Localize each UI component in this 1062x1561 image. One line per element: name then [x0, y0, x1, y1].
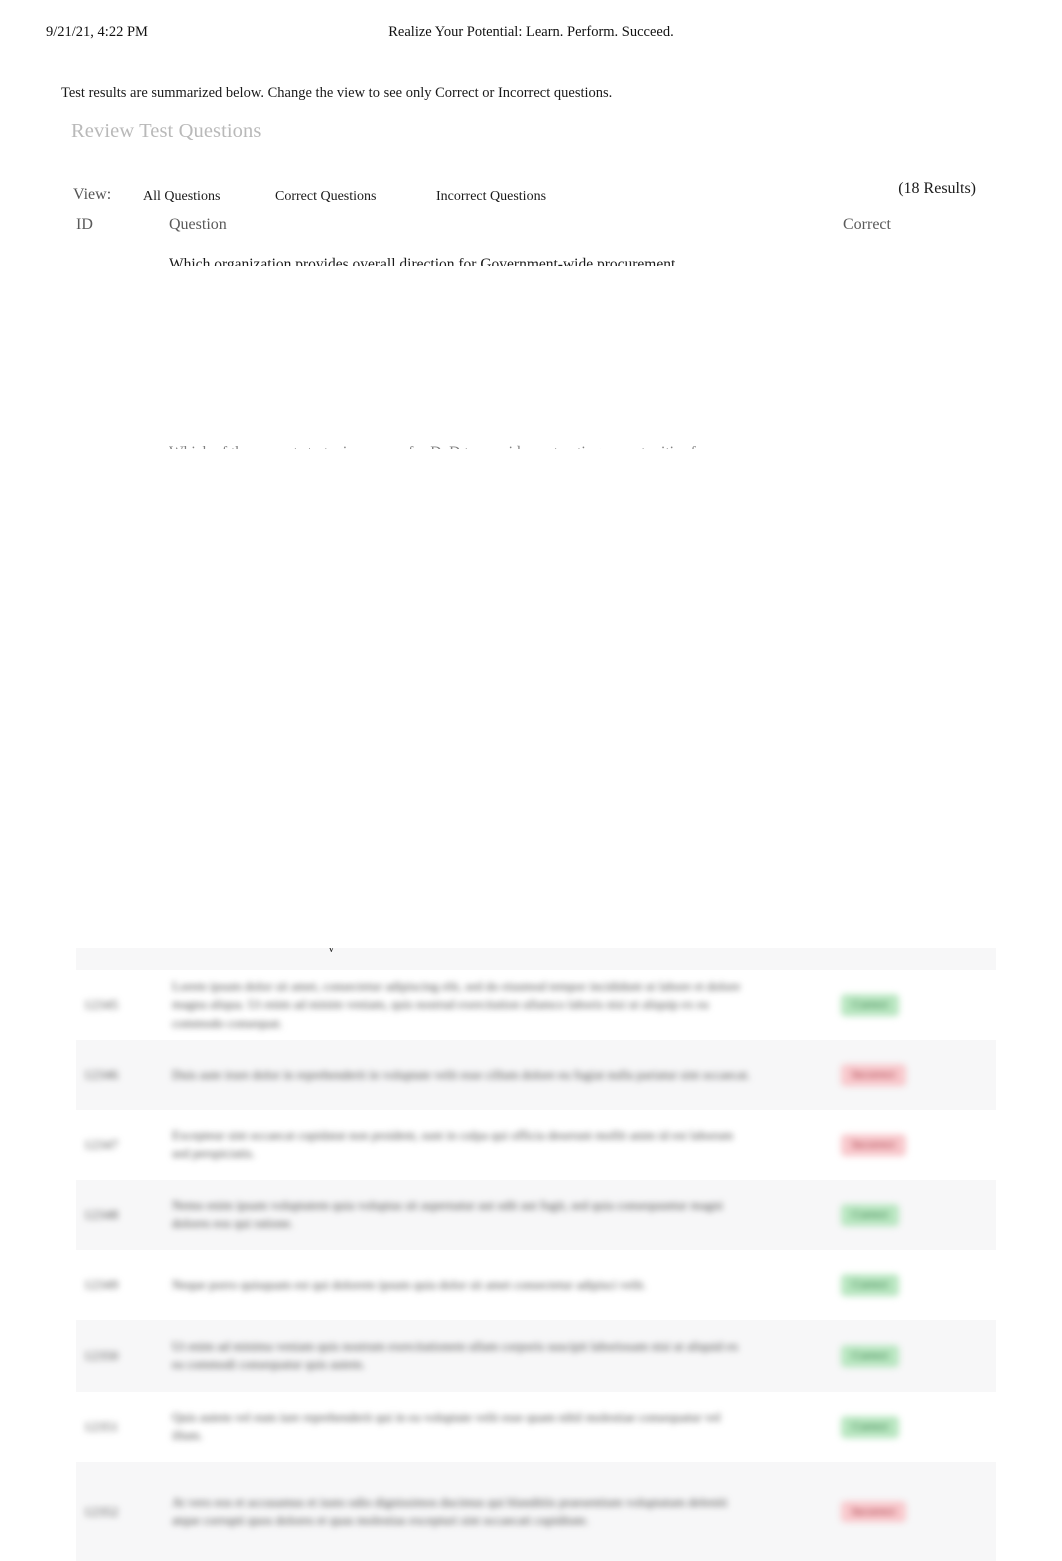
- status-badge: Correct: [841, 1416, 899, 1438]
- tab-all-questions[interactable]: All Questions: [143, 189, 220, 205]
- cell-question-text: Quis autem vel eum iure reprehenderit qu…: [172, 1409, 721, 1443]
- column-header-question: Question: [169, 216, 227, 233]
- cell-correct: Incorrect: [841, 1500, 907, 1523]
- table-row[interactable]: 12346 Duis aute irure dolor in reprehende…: [76, 1040, 996, 1110]
- cell-question-id: 12346: [84, 1067, 119, 1082]
- cell-correct: Correct: [841, 1274, 899, 1296]
- cell-question-id: 12351: [84, 1419, 119, 1434]
- results-count: (18 Results): [898, 180, 976, 197]
- tab-incorrect-questions[interactable]: Incorrect Questions: [436, 189, 546, 205]
- page-title: Review Test Questions: [71, 120, 262, 142]
- status-badge: Incorrect: [841, 1500, 907, 1523]
- cell-correct: Correct: [841, 1345, 899, 1367]
- table-row[interactable]: 12345 Lorem ipsum dolor sit amet, consect…: [76, 970, 996, 1040]
- table-column-headers: ID Question Correct: [0, 216, 1062, 240]
- status-badge: Correct: [841, 1274, 899, 1296]
- tab-correct-questions[interactable]: Correct Questions: [275, 189, 376, 205]
- status-badge: Incorrect: [841, 1134, 907, 1156]
- cell-question-text: Excepteur sint occaecat cupidatat non pr…: [172, 1127, 734, 1161]
- cell-question-id: 12349: [84, 1277, 119, 1292]
- print-tagline: Realize Your Potential: Learn. Perform. …: [388, 24, 674, 40]
- cell-question-text: Nemo enim ipsam voluptatem quia voluptas…: [172, 1197, 723, 1231]
- cell-question-id: 12345: [84, 997, 119, 1012]
- cell-correct: Correct: [841, 1204, 899, 1226]
- status-badge: Correct: [841, 994, 899, 1016]
- print-header: 9/21/21, 4:22 PM Realize Your Potential:…: [0, 24, 1062, 42]
- status-badge: Incorrect: [841, 1064, 907, 1086]
- cell-question-id: 12350: [84, 1348, 119, 1363]
- clipped-question-text-2: Which of the current strategic sources f…: [169, 444, 709, 449]
- clipped-question-text-1: Which organization provides overall dire…: [169, 256, 676, 266]
- cell-question-id: 12348: [84, 1207, 119, 1222]
- results-table: y 12345 Lorem ipsum dolor sit amet, conse…: [76, 948, 996, 1561]
- view-filter-row: View: All Questions Correct Questions In…: [0, 180, 1062, 210]
- cell-question-text: Duis aute irure dolor in reprehenderit i…: [172, 1066, 751, 1082]
- cell-question-id: 12347: [84, 1137, 119, 1152]
- cell-question-text: Ut enim ad minima veniam quis nostrum ex…: [172, 1338, 739, 1372]
- table-row[interactable]: 12348 Nemo enim ipsam voluptatem quia vol…: [76, 1180, 996, 1250]
- cell-question-text: Lorem ipsum dolor sit amet, consectetur …: [172, 978, 741, 1031]
- table-row[interactable]: 12350 Ut enim ad minima veniam quis nostr…: [76, 1320, 996, 1392]
- table-row[interactable]: 12347 Excepteur sint occaecat cupidatat n…: [76, 1110, 996, 1180]
- table-top-band: [76, 948, 996, 970]
- column-header-correct: Correct: [843, 216, 891, 233]
- view-label: View:: [73, 186, 112, 203]
- cell-correct: Incorrect: [841, 1134, 907, 1156]
- table-row[interactable]: 12352 At vero eos et accusamus et iusto o…: [76, 1462, 996, 1561]
- cell-correct: Incorrect: [841, 1064, 907, 1086]
- status-badge: Correct: [841, 1345, 899, 1367]
- cell-correct: Correct: [841, 994, 899, 1016]
- column-header-id: ID: [76, 216, 93, 233]
- table-top-text-fragment: y: [328, 948, 335, 952]
- cell-question-text: Neque porro quisquam est qui dolorem ips…: [172, 1276, 647, 1292]
- table-row[interactable]: 12351 Quis autem vel eum iure reprehender…: [76, 1392, 996, 1462]
- cell-correct: Correct: [841, 1416, 899, 1438]
- cell-question-id: 12352: [84, 1503, 119, 1519]
- table-row[interactable]: 12349 Neque porro quisquam est qui dolore…: [76, 1250, 996, 1320]
- cell-question-text: At vero eos et accusamus et iusto odio d…: [172, 1494, 728, 1528]
- intro-text: Test results are summarized below. Chang…: [61, 85, 613, 101]
- status-badge: Correct: [841, 1204, 899, 1226]
